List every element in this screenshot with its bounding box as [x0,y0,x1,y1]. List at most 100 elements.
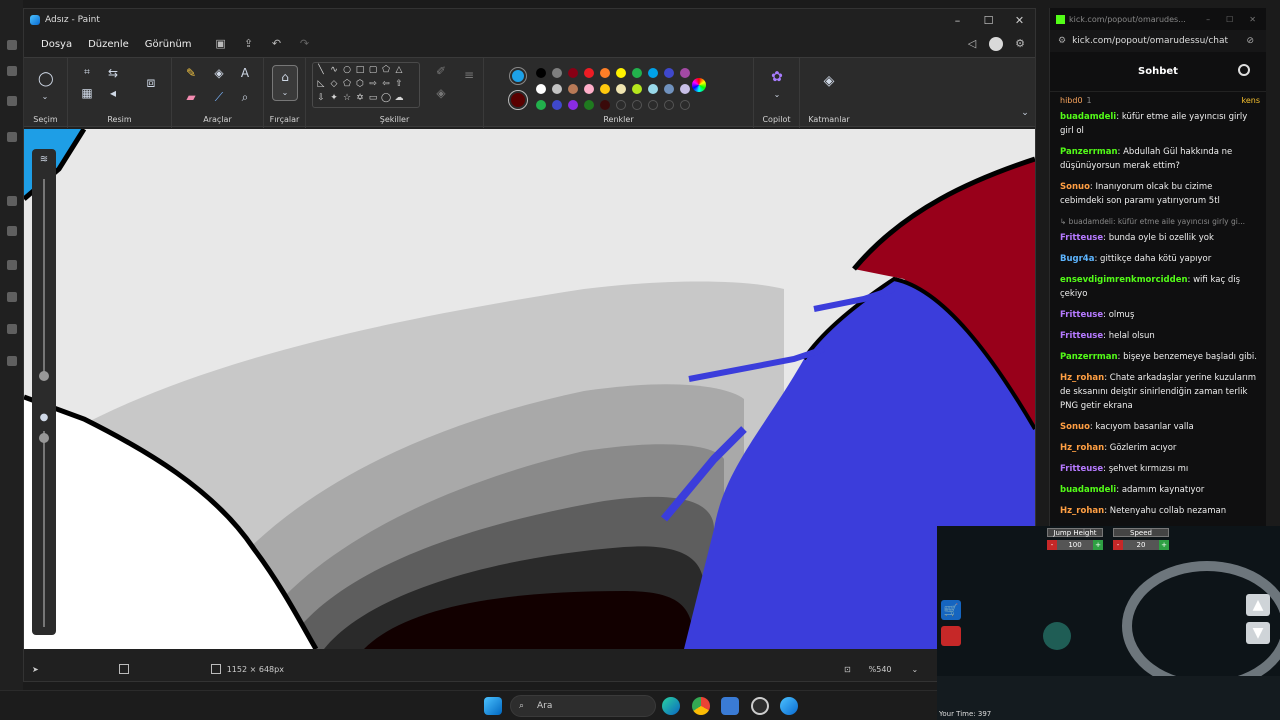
feedback-icon[interactable]: ◁ [965,38,979,50]
chat-username[interactable]: ensevdigimrenkmorcidden [1060,275,1188,285]
remove-background-icon[interactable]: ▦ [80,86,94,100]
tool-icon[interactable] [7,324,17,334]
palette-swatch[interactable] [616,68,626,78]
zoom-level[interactable]: %540 [869,665,892,674]
size-slider-track[interactable] [43,179,45,379]
shape-fill-icon[interactable]: ◈ [434,86,448,100]
start-windows-icon[interactable] [484,697,502,715]
rounded-rect-shape-icon[interactable]: ▢ [367,65,379,75]
apps-icon[interactable] [7,66,17,76]
custom-color-slot[interactable] [664,100,674,110]
back-icon[interactable] [7,40,17,50]
resize-icon[interactable]: ⇆ [106,66,120,80]
shapes-gallery[interactable]: ╲ ∿ ○ □ ▢ ⬠ △ ◺ ◇ ⬠ ⬡ ⇨ ⇦ ⇧ ⇩ ✦ ☆ ✡ ▭ ◯ … [312,62,420,108]
callout-oval-shape-icon[interactable]: ◯ [380,93,392,103]
palette-swatch[interactable] [600,100,610,110]
palette-swatch[interactable] [648,68,658,78]
home-icon[interactable] [7,132,17,142]
opacity-slider-thumb[interactable] [39,433,49,443]
opacity-slider-track[interactable] [43,431,45,627]
callout-rect-shape-icon[interactable]: ▭ [367,93,379,103]
palette-swatch[interactable] [664,84,674,94]
palette-swatch[interactable] [552,68,562,78]
palette-swatch[interactable] [632,68,642,78]
outline-icon[interactable]: ✐ [434,64,448,78]
image-creator-icon[interactable]: ⧈ [144,76,158,90]
shop-cart-icon[interactable]: 🛒 [941,600,961,620]
paint-taskbar-icon[interactable] [780,697,798,715]
jump-minus-button[interactable]: - [1047,540,1057,550]
address-bar[interactable]: ⚙ kick.com/popout/omarudessu/chat ⊘ [1050,30,1266,52]
crop-icon[interactable]: ⌗ [80,66,94,80]
chat-username[interactable]: Sonuo [1060,422,1090,432]
color-picker-icon[interactable]: ⟋ [212,90,226,104]
palette-swatch[interactable] [536,84,546,94]
chat-username[interactable]: Bugr4a [1060,254,1094,264]
chat-username[interactable]: Panzerrman [1060,147,1118,157]
brush-size-slider[interactable]: ≋ ● [32,149,56,635]
user-icon[interactable] [7,356,17,366]
custom-color-slot[interactable] [616,100,626,110]
chat-username[interactable]: Panzerrman [1060,352,1118,362]
palette-swatch[interactable] [568,68,578,78]
palette-swatch[interactable] [680,68,690,78]
stroke-size-icon[interactable]: ≡ [462,68,476,82]
speed-plus-button[interactable]: + [1159,540,1169,550]
redo-icon[interactable]: ↷ [298,38,312,50]
chat-username[interactable]: buadamdeli [1060,485,1116,495]
character-icon[interactable] [941,626,961,646]
chat-username[interactable]: Fritteuse [1060,464,1103,474]
chat-username[interactable]: buadamdeli [1060,112,1116,122]
edit-colors-icon[interactable] [692,78,706,92]
chat-username[interactable]: Fritteuse [1060,233,1103,243]
palette-swatch[interactable] [600,68,610,78]
eye-off-icon[interactable]: ⊘ [1246,36,1254,46]
palette-swatch[interactable] [552,84,562,94]
custom-color-slot[interactable] [632,100,642,110]
polygon-shape-icon[interactable]: ⬠ [380,65,392,75]
chat-username[interactable]: Hz_rohan [1060,506,1104,516]
speed-minus-button[interactable]: - [1113,540,1123,550]
palette-swatch[interactable] [632,84,642,94]
palette-swatch[interactable] [616,84,626,94]
chat-username[interactable]: Hz_rohan [1060,373,1104,383]
star5-shape-icon[interactable]: ☆ [341,93,353,103]
layers-icon[interactable]: ◈ [822,74,836,88]
pencil-icon[interactable]: ✎ [184,66,198,80]
settings-gear-icon[interactable]: ⚙ [1013,38,1027,50]
secondary-color-swatch[interactable] [508,90,528,110]
lasso-select-icon[interactable]: ◯ [38,72,54,86]
callout-cloud-shape-icon[interactable]: ☁ [393,93,405,103]
oval-shape-icon[interactable]: ○ [341,65,353,75]
eraser-icon[interactable]: ▰ [184,90,198,104]
menu-edit[interactable]: Düzenle [80,39,137,50]
arrow-up-button[interactable]: ▲ [1246,594,1270,616]
palette-swatch[interactable] [664,68,674,78]
palette-swatch[interactable] [584,68,594,78]
store-icon[interactable] [721,697,739,715]
chrome-icon[interactable] [692,697,710,715]
menu-file[interactable]: Dosya [33,39,80,50]
collapse-ribbon-chevron-icon[interactable]: ⌄ [1018,106,1032,120]
fit-to-window-icon[interactable]: ⊡ [844,665,851,674]
magnifier-icon[interactable]: ⌕ [238,90,252,104]
star4-shape-icon[interactable]: ✦ [328,93,340,103]
chat-username[interactable]: Fritteuse [1060,331,1103,341]
arrow-up-shape-icon[interactable]: ⇧ [393,79,405,89]
minimize-button[interactable]: – [1206,15,1210,24]
close-button[interactable]: ✕ [1004,14,1035,27]
share-icon[interactable]: ⇪ [242,38,256,50]
chat-username[interactable]: Fritteuse [1060,310,1103,320]
arrow-down-shape-icon[interactable]: ⇩ [315,93,327,103]
maximize-button[interactable]: ☐ [973,14,1004,27]
arrow-right-shape-icon[interactable]: ⇨ [367,79,379,89]
edge-icon[interactable] [662,697,680,715]
line-shape-icon[interactable]: ╲ [315,65,327,75]
arrow-down-button[interactable]: ▼ [1246,622,1270,644]
user-settings-icon[interactable] [1238,64,1250,76]
size-slider-thumb[interactable] [39,371,49,381]
chevron-down-icon[interactable]: ⌄ [770,88,784,102]
undo-icon[interactable]: ↶ [270,38,284,50]
rect-shape-icon[interactable]: □ [354,65,366,75]
palette-swatch[interactable] [568,84,578,94]
